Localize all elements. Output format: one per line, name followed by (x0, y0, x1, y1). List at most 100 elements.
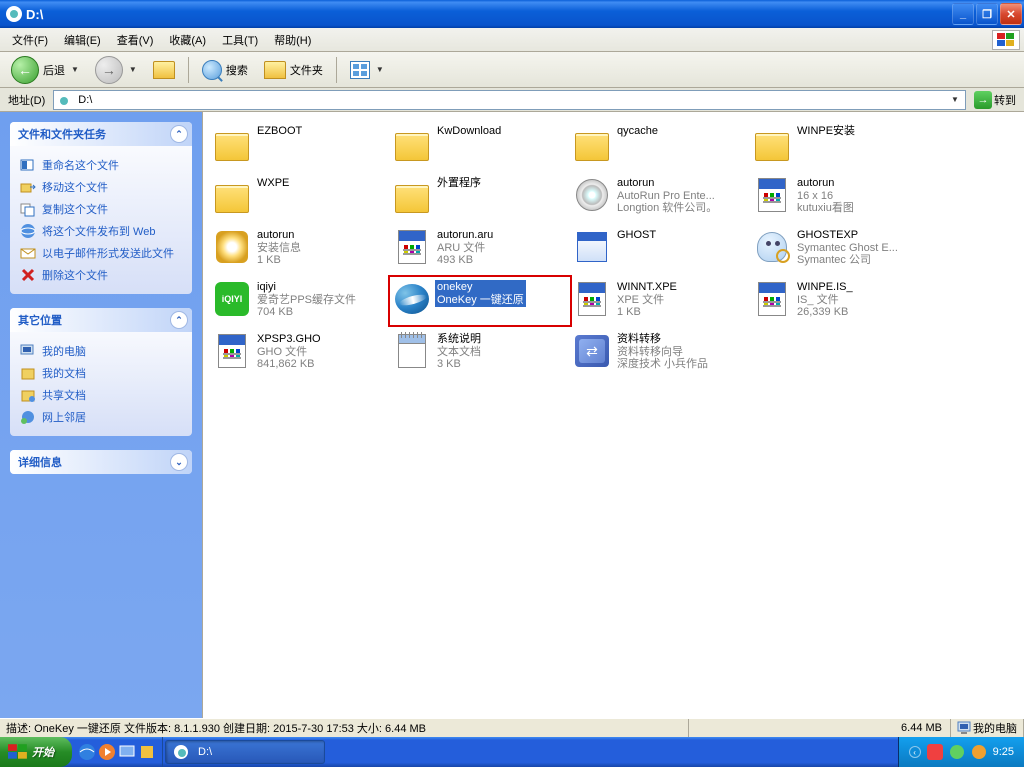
network-places-icon (20, 409, 36, 425)
back-icon: ← (11, 56, 39, 84)
file-item[interactable]: autorun.aruARU 文件493 KB (391, 226, 569, 272)
views-button[interactable]: ▼ (343, 58, 391, 82)
disc-icon (573, 176, 611, 214)
expand-icon[interactable]: ⌄ (170, 453, 188, 471)
desktop-icon[interactable] (118, 743, 136, 761)
panel-header[interactable]: 其它位置 ⌃ (10, 308, 192, 332)
file-item[interactable]: 资料转移资料转移向导深度技术 小兵作品 (571, 330, 749, 376)
file-list-view[interactable]: EZBOOTKwDownloadqycacheWINPE安装WXPE外置程序au… (202, 112, 1024, 718)
file-item[interactable]: autorun安装信息1 KB (211, 226, 389, 272)
separator (336, 57, 337, 83)
task-item[interactable]: 将这个文件发布到 Web (20, 220, 182, 242)
file-name: WINNT.XPEXPE 文件1 KB (615, 280, 679, 320)
file-item[interactable]: qycache (571, 122, 749, 168)
tray-expand-icon[interactable]: ‹ (909, 746, 921, 758)
panel-header[interactable]: 详细信息 ⌄ (10, 450, 192, 474)
file-item[interactable]: autorunAutoRun Pro Ente...Longtion 软件公司。 (571, 174, 749, 220)
details-panel: 详细信息 ⌄ (10, 450, 192, 474)
status-size: 6.44 MB (689, 719, 951, 737)
task-label: 复制这个文件 (42, 201, 108, 217)
file-item[interactable]: 外置程序 (391, 174, 569, 220)
task-item[interactable]: 复制这个文件 (20, 198, 182, 220)
menu-favorites[interactable]: 收藏(A) (161, 30, 214, 50)
tray-icon[interactable] (971, 744, 987, 760)
clock[interactable]: 9:25 (993, 746, 1014, 758)
task-item[interactable]: 重命名这个文件 (20, 154, 182, 176)
file-item[interactable]: onekeyOneKey 一键还原 (391, 278, 569, 324)
address-dropdown[interactable]: ▼ (947, 95, 963, 104)
toolbar: ← 后退 ▼ → ▼ 搜索 文件夹 ▼ (0, 52, 1024, 88)
tray-icon[interactable] (949, 744, 965, 760)
browser-icon[interactable] (78, 743, 96, 761)
separator (188, 57, 189, 83)
place-item[interactable]: 我的文档 (20, 362, 182, 384)
file-item[interactable]: 系统说明文本文档3 KB (391, 330, 569, 376)
collapse-icon[interactable]: ⌃ (170, 311, 188, 329)
panel-title: 其它位置 (18, 312, 62, 328)
file-item[interactable]: GHOSTEXPSymantec Ghost E...Symantec 公司 (751, 226, 929, 272)
file-name: autorun16 x 16kutuxiu看图 (795, 176, 856, 216)
txt-icon (393, 332, 431, 370)
maximize-button[interactable]: ❐ (976, 3, 998, 25)
task-item[interactable]: 以电子邮件形式发送此文件 (20, 242, 182, 264)
publish-icon (20, 223, 36, 239)
back-button[interactable]: ← 后退 ▼ (4, 53, 86, 87)
minimize-button[interactable]: _ (952, 3, 974, 25)
task-label: D:\ (198, 746, 212, 758)
app-icon[interactable] (138, 743, 156, 761)
my-documents-icon (20, 365, 36, 381)
menu-view[interactable]: 查看(V) (109, 30, 162, 50)
folder-up-icon (153, 61, 175, 79)
window-title: D:\ (26, 7, 950, 22)
file-item[interactable]: iQIYIiqiyi爱奇艺PPS缓存文件704 KB (211, 278, 389, 324)
place-item[interactable]: 共享文档 (20, 384, 182, 406)
transfer-icon (573, 332, 611, 370)
file-item[interactable]: XPSP3.GHOGHO 文件841,862 KB (211, 330, 389, 376)
go-button[interactable]: → 转到 (970, 91, 1020, 109)
colorfile-icon (753, 280, 791, 318)
panel-header[interactable]: 文件和文件夹任务 ⌃ (10, 122, 192, 146)
task-label: 删除这个文件 (42, 267, 108, 283)
back-label: 后退 (43, 62, 65, 78)
file-item[interactable]: GHOST (571, 226, 749, 272)
address-input[interactable]: D:\ ▼ (53, 90, 966, 110)
drive-icon (174, 745, 188, 759)
close-button[interactable]: ✕ (1000, 3, 1022, 25)
task-label: 重命名这个文件 (42, 157, 119, 173)
file-item[interactable]: WINNT.XPEXPE 文件1 KB (571, 278, 749, 324)
search-button[interactable]: 搜索 (195, 57, 255, 83)
file-name: autorun.aruARU 文件493 KB (435, 228, 495, 268)
file-item[interactable]: WXPE (211, 174, 389, 220)
email-icon (20, 245, 36, 261)
menu-edit[interactable]: 编辑(E) (56, 30, 109, 50)
file-item[interactable]: KwDownload (391, 122, 569, 168)
place-item[interactable]: 我的电脑 (20, 340, 182, 362)
file-item[interactable]: WINPE安装 (751, 122, 929, 168)
menu-tools[interactable]: 工具(T) (214, 30, 266, 50)
task-item[interactable]: 移动这个文件 (20, 176, 182, 198)
drive-icon (6, 6, 22, 22)
place-item[interactable]: 网上邻居 (20, 406, 182, 428)
quick-launch (72, 737, 163, 767)
forward-button[interactable]: → ▼ (88, 53, 144, 87)
start-button[interactable]: 开始 (0, 737, 72, 767)
file-item[interactable]: WINPE.IS_IS_ 文件26,339 KB (751, 278, 929, 324)
task-item[interactable]: 删除这个文件 (20, 264, 182, 286)
chevron-down-icon: ▼ (71, 65, 79, 74)
file-item[interactable]: autorun16 x 16kutuxiu看图 (751, 174, 929, 220)
place-label: 共享文档 (42, 387, 86, 403)
address-path: D:\ (78, 94, 943, 106)
media-icon[interactable] (98, 743, 116, 761)
menu-file[interactable]: 文件(F) (4, 30, 56, 50)
up-button[interactable] (146, 58, 182, 82)
move-icon (20, 179, 36, 195)
search-icon (202, 60, 222, 80)
folder-icon (393, 176, 431, 214)
collapse-icon[interactable]: ⌃ (170, 125, 188, 143)
folders-button[interactable]: 文件夹 (257, 58, 330, 82)
taskbar-item-explorer[interactable]: D:\ (165, 740, 325, 764)
menu-help[interactable]: 帮助(H) (266, 30, 319, 50)
tray-icon[interactable] (927, 744, 943, 760)
place-label: 我的文档 (42, 365, 86, 381)
file-item[interactable]: EZBOOT (211, 122, 389, 168)
